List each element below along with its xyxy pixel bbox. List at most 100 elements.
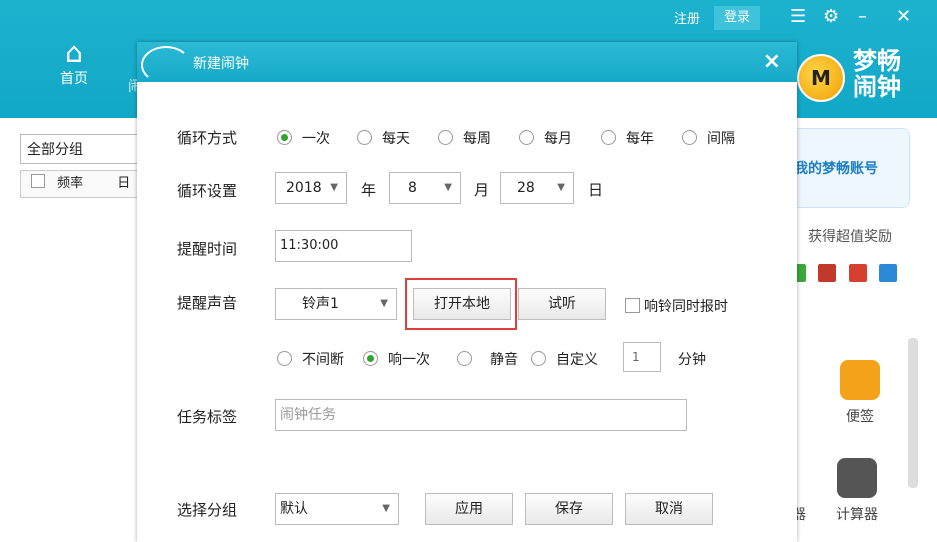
- radio-mute-label: 静音: [490, 352, 518, 368]
- save-button[interactable]: 保存: [525, 493, 613, 525]
- account-link[interactable]: 我的梦畅账号: [780, 128, 910, 208]
- chevron-down-icon: ▼: [380, 298, 388, 309]
- year-value: 2018: [286, 180, 322, 196]
- gift-icon[interactable]: [848, 264, 867, 282]
- radio-yearly[interactable]: 每年: [601, 128, 654, 148]
- group-filter-select[interactable]: 全部分组 ▼: [20, 134, 150, 164]
- radio-weekly-indicator: [438, 130, 453, 145]
- ringtone-value: 铃声1: [302, 296, 339, 312]
- dialog-close-icon[interactable]: ×: [763, 49, 781, 74]
- month-unit: 月: [474, 181, 490, 199]
- calendar-icon[interactable]: [818, 264, 837, 282]
- app-logo: M 梦畅 闹钟: [797, 40, 927, 102]
- reward-link[interactable]: 获得超值奖励: [808, 226, 892, 246]
- group-label: 选择分组: [177, 501, 238, 519]
- radio-monthly[interactable]: 每月: [519, 128, 572, 148]
- bag-icon[interactable]: [879, 264, 898, 282]
- radio-ring-once-indicator: [363, 351, 378, 366]
- radio-weekly-label: 每周: [463, 131, 491, 147]
- radio-mute-indicator: [457, 351, 472, 366]
- radio-ring-once[interactable]: 响一次: [363, 349, 430, 369]
- logo-icon: M: [797, 54, 845, 102]
- task-tag-input[interactable]: 闹钟任务: [275, 399, 687, 431]
- close-icon[interactable]: ✕: [896, 6, 911, 27]
- day-value: 28: [517, 180, 535, 196]
- cancel-button[interactable]: 取消: [625, 493, 713, 525]
- radio-interval-indicator: [682, 130, 697, 145]
- announce-time-checkbox[interactable]: 响铃同时报时: [625, 296, 728, 316]
- dialog-logo-icon: [141, 46, 191, 84]
- sound-label: 提醒声音: [177, 294, 238, 312]
- home-icon: ⌂: [65, 36, 83, 69]
- month-value: 8: [408, 180, 417, 196]
- select-all-checkbox[interactable]: [31, 174, 45, 188]
- radio-daily[interactable]: 每天: [357, 128, 410, 148]
- day-unit: 日: [588, 181, 604, 199]
- year-select[interactable]: 2018 ▼: [275, 172, 347, 204]
- calculator-app[interactable]: 计算器: [836, 458, 878, 524]
- radio-interval[interactable]: 间隔: [682, 128, 735, 148]
- logo-text-line2: 闹钟: [853, 73, 901, 101]
- nav-home[interactable]: ⌂ 首页: [45, 38, 103, 88]
- pencil-icon: [840, 360, 880, 400]
- announce-time-label: 响铃同时报时: [644, 299, 728, 315]
- day-select[interactable]: 28 ▼: [500, 172, 574, 204]
- remind-time-label: 提醒时间: [177, 240, 238, 258]
- radio-monthly-label: 每月: [544, 131, 572, 147]
- chevron-down-icon: ▼: [382, 503, 390, 514]
- announce-time-box: [625, 298, 640, 313]
- radio-custom-indicator: [531, 351, 546, 366]
- calculator-app-label: 计算器: [836, 507, 878, 523]
- scrollbar[interactable]: [908, 338, 918, 488]
- register-link[interactable]: 注册: [674, 8, 700, 27]
- month-select[interactable]: 8 ▼: [389, 172, 461, 204]
- radio-once[interactable]: 一次: [277, 128, 330, 148]
- login-button[interactable]: 登录: [714, 6, 760, 30]
- radio-custom[interactable]: 自定义: [531, 349, 598, 369]
- radio-mute[interactable]: 静音: [457, 349, 518, 369]
- preview-button[interactable]: 试听: [518, 288, 606, 320]
- radio-daily-label: 每天: [382, 131, 410, 147]
- minimize-icon[interactable]: –: [858, 6, 867, 27]
- ringtone-select[interactable]: 铃声1 ▼: [275, 288, 397, 320]
- new-alarm-dialog: 新建闹钟 × 循环方式 一次 每天 每周 每月 每年 间隔 循环设置 2018 …: [137, 42, 797, 542]
- radio-continuous-label: 不间断: [302, 352, 344, 368]
- radio-monthly-indicator: [519, 130, 534, 145]
- calculator-icon: [837, 458, 877, 498]
- remind-time-input[interactable]: 11:30:00: [275, 230, 412, 262]
- col-frequency: 频率: [57, 176, 84, 191]
- cycle-setting-label: 循环设置: [177, 182, 238, 200]
- dialog-titlebar: 新建闹钟 ×: [137, 42, 797, 84]
- menu-icon[interactable]: ☰: [790, 6, 806, 27]
- year-unit: 年: [361, 181, 377, 199]
- right-panel: 我的梦畅账号 获得超值奖励 便签 计算器 算器: [778, 118, 937, 542]
- logo-text-line1: 梦畅: [853, 47, 901, 75]
- gear-icon[interactable]: ⚙: [823, 6, 839, 27]
- radio-once-indicator: [277, 130, 292, 145]
- chevron-down-icon: ▼: [557, 182, 565, 193]
- cycle-mode-label: 循环方式: [177, 129, 238, 147]
- radio-daily-indicator: [357, 130, 372, 145]
- alarm-list-panel: 全部分组 ▼ 频率 日: [12, 118, 150, 542]
- radio-continuous[interactable]: 不间断: [277, 349, 344, 369]
- radio-weekly[interactable]: 每周: [438, 128, 491, 148]
- radio-custom-label: 自定义: [556, 352, 598, 368]
- dialog-title: 新建闹钟: [193, 56, 249, 72]
- open-local-button[interactable]: 打开本地: [413, 288, 511, 320]
- radio-continuous-indicator: [277, 351, 292, 366]
- notes-app[interactable]: 便签: [840, 360, 880, 426]
- list-header: 频率 日: [20, 170, 150, 198]
- radio-yearly-indicator: [601, 130, 616, 145]
- task-tag-placeholder: 闹钟任务: [280, 407, 336, 423]
- custom-minutes-input[interactable]: 1: [623, 342, 661, 372]
- minutes-unit: 分钟: [678, 352, 706, 368]
- mini-icon-row: [788, 264, 905, 286]
- radio-yearly-label: 每年: [626, 131, 654, 147]
- group-filter-value: 全部分组: [27, 142, 83, 158]
- col-second: 日: [117, 176, 131, 191]
- radio-interval-label: 间隔: [707, 131, 735, 147]
- apply-button[interactable]: 应用: [425, 493, 513, 525]
- chevron-down-icon: ▼: [444, 182, 452, 193]
- group-select[interactable]: 默认 ▼: [275, 493, 399, 525]
- group-value: 默认: [280, 501, 308, 517]
